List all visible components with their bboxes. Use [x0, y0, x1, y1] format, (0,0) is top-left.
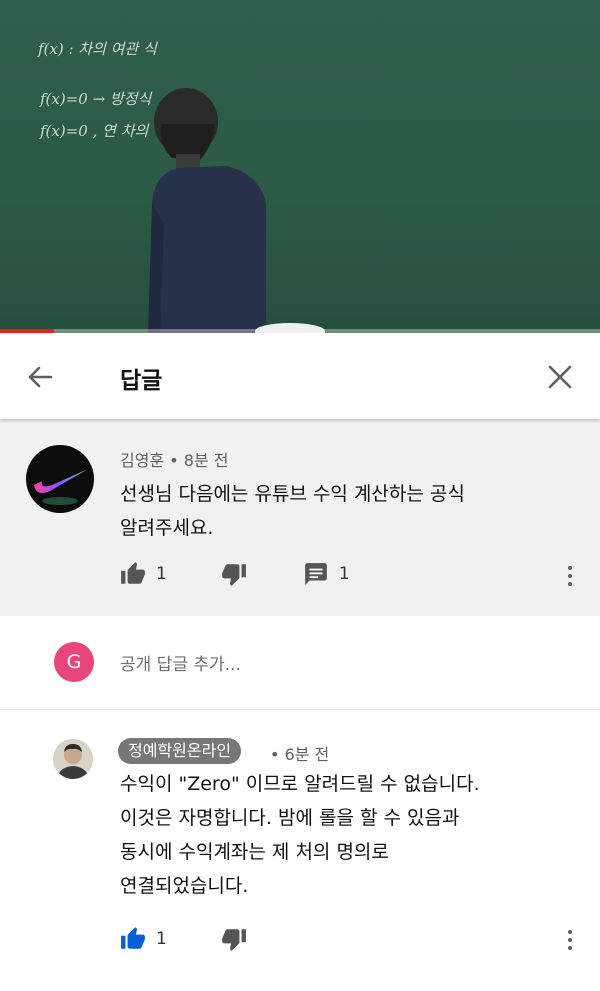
thumbs-down-icon [221, 929, 246, 951]
reply-text-line: 동시에 수익계좌는 제 처의 명의로 [120, 841, 389, 863]
page-title: 답글 [120, 368, 163, 394]
comment-icon [304, 563, 327, 585]
reply-input[interactable]: 공개 답글 추가... [120, 650, 241, 675]
board-text-line: f(x)=0 , 연 차의 [40, 122, 149, 140]
more-dot-icon [568, 574, 572, 578]
meta-separator: • [169, 451, 179, 470]
teacher-figure [148, 88, 266, 333]
comment-text: 선생님 다음에는 유튜브 수익 계산하는 공식 알려주세요. [120, 477, 550, 545]
more-dot-icon [568, 946, 572, 950]
arrow-left-icon [28, 366, 53, 388]
progress-scrubber-overlay [255, 323, 325, 333]
dislike-button[interactable] [221, 926, 247, 952]
channel-owner-badge[interactable]: 정예학원온라인 [118, 738, 242, 764]
reply-count-button[interactable]: 1 [303, 561, 350, 587]
more-options-button[interactable] [560, 925, 580, 955]
reply-actions: 1 [120, 926, 247, 952]
reply-comment: 정예학원온라인 • 6분 전 수익이 "Zero" 이므로 알려드릴 수 없습니… [0, 711, 600, 991]
reply-text: 수익이 "Zero" 이므로 알려드릴 수 없습니다. 이것은 자명합니다. 밤… [120, 767, 560, 903]
meta-separator: • [270, 745, 280, 764]
like-button[interactable]: 1 [120, 926, 167, 952]
more-options-button[interactable] [560, 561, 580, 591]
avatar[interactable] [26, 445, 94, 513]
close-icon [548, 365, 572, 389]
more-dot-icon [568, 566, 572, 570]
thumbs-up-icon [121, 562, 145, 584]
comment-meta: 김영훈 • 8분 전 [120, 447, 229, 471]
more-dot-icon [568, 930, 572, 934]
comment-author[interactable]: 김영훈 [120, 451, 164, 470]
back-button[interactable] [20, 357, 60, 397]
reply-count: 1 [338, 564, 350, 584]
thumbs-up-icon [121, 927, 145, 949]
comment-time: 8분 전 [183, 451, 229, 470]
video-player[interactable]: f(x) : 차의 여관 식 f(x)=0 → 방정식 f(x)=0 , 연 차… [0, 0, 600, 333]
thumbs-down-icon [221, 564, 246, 586]
close-button[interactable] [540, 357, 580, 397]
more-dot-icon [568, 938, 572, 942]
user-avatar[interactable]: G [54, 642, 94, 682]
reply-text-line: 연결되었습니다. [120, 875, 249, 897]
reply-text-line: 이것은 자명합니다. 밤에 롤을 할 수 있음과 [120, 807, 460, 829]
board-text-line: f(x)=0 → 방정식 [40, 90, 152, 108]
board-text-line: f(x) : 차의 여관 식 [38, 40, 157, 58]
comment-actions: 1 1 [120, 561, 350, 587]
add-reply-row: G 공개 답글 추가... [0, 616, 600, 710]
more-dot-icon [568, 582, 572, 586]
reply-time: 6분 전 [284, 745, 330, 764]
original-comment: 김영훈 • 8분 전 선생님 다음에는 유튜브 수익 계산하는 공식 알려주세요… [0, 419, 600, 616]
replies-header: 답글 [0, 333, 600, 419]
dislike-button[interactable] [221, 561, 247, 587]
reply-meta: • 6분 전 [270, 741, 329, 765]
like-count: 1 [156, 564, 167, 584]
swoosh-avatar-image [34, 469, 88, 505]
comment-text-line: 선생님 다음에는 유튜브 수익 계산하는 공식 [120, 483, 465, 505]
comment-text-line: 알려주세요. [120, 517, 214, 539]
person-avatar-image [53, 739, 93, 779]
reply-text-line: 수익이 "Zero" 이므로 알려드릴 수 없습니다. [120, 773, 480, 795]
like-button[interactable]: 1 [120, 561, 167, 587]
avatar[interactable] [53, 739, 93, 779]
like-count: 1 [156, 929, 167, 949]
